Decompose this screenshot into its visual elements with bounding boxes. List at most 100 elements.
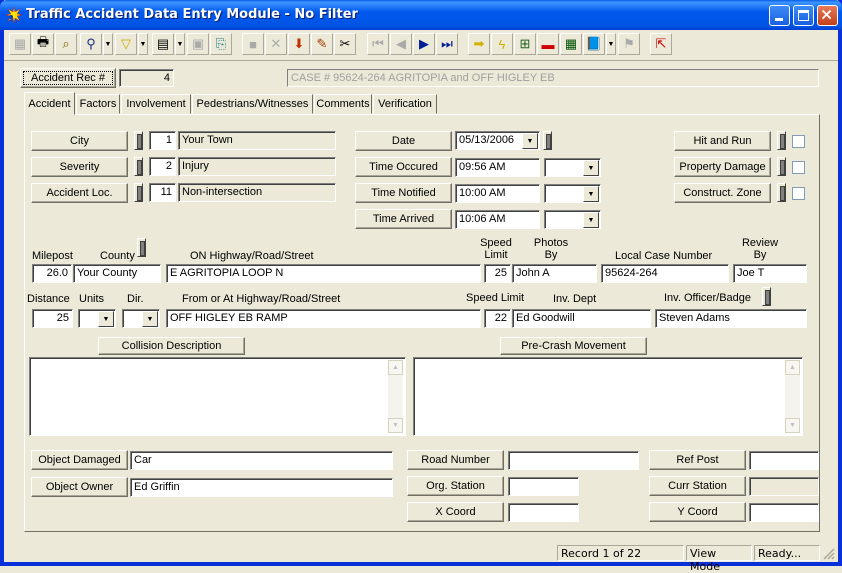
time-occured-field[interactable]: 09:56 AM — [455, 158, 540, 177]
find-dropdown[interactable]: ▼ — [103, 33, 113, 55]
scroll-down-icon[interactable]: ▼ — [785, 418, 800, 433]
object-owner-button[interactable]: Object Owner — [31, 477, 128, 497]
county-lookup-handle[interactable] — [137, 238, 146, 257]
property-damage-button[interactable]: Property Damage — [674, 157, 771, 177]
time-notified-select[interactable]: ▼ — [544, 184, 601, 203]
object-damaged-button[interactable]: Object Damaged — [31, 450, 128, 470]
time-arrived-select[interactable]: ▼ — [544, 210, 601, 229]
time-arrived-field[interactable]: 10:06 AM — [455, 210, 540, 229]
report-dropdown[interactable]: ▼ — [175, 33, 185, 55]
close-button[interactable] — [817, 5, 838, 26]
x-coord-button[interactable]: X Coord — [407, 502, 504, 522]
scroll-down-icon[interactable]: ▼ — [388, 418, 403, 433]
tab-comments[interactable]: Comments — [314, 94, 372, 114]
time-occured-select[interactable]: ▼ — [544, 158, 601, 177]
help-dropdown[interactable]: ▼ — [606, 33, 616, 55]
time-arrived-dropdown-button[interactable]: ▼ — [583, 212, 599, 228]
date-button[interactable]: Date — [355, 131, 452, 151]
road-number-button[interactable]: Road Number — [407, 450, 504, 470]
export-button[interactable]: ⎘ — [210, 33, 232, 55]
tab-accident[interactable]: Accident — [24, 92, 75, 115]
tab-verification[interactable]: Verification — [373, 94, 437, 114]
accident-loc-button[interactable]: Accident Loc. — [31, 183, 128, 203]
edit-button[interactable]: ✎ — [311, 33, 333, 55]
form-view-button[interactable]: ▦ — [9, 33, 31, 55]
minimize-button[interactable] — [769, 5, 790, 26]
x-coord-field[interactable] — [508, 503, 579, 522]
exit-button[interactable]: ⇱ — [650, 33, 672, 55]
curr-station-button[interactable]: Curr Station — [649, 476, 746, 496]
time-notified-dropdown-button[interactable]: ▼ — [583, 186, 599, 202]
calculator-button[interactable]: ▦ — [560, 33, 582, 55]
collision-scrollbar[interactable]: ▲ ▼ — [388, 360, 403, 433]
find-button[interactable]: ⚲ — [80, 33, 102, 55]
resize-grip-icon[interactable] — [822, 547, 835, 560]
properties-button[interactable]: ▣ — [187, 33, 209, 55]
time-arrived-button[interactable]: Time Arrived — [355, 209, 452, 229]
accident-loc-lookup-handle[interactable] — [134, 183, 143, 202]
severity-code[interactable]: 2 — [149, 157, 176, 176]
inv-officer-lookup-handle[interactable] — [762, 287, 771, 306]
on-road-field[interactable]: E AGRITOPIA LOOP N — [166, 264, 481, 283]
print-preview-button[interactable]: ⌕ — [55, 33, 77, 55]
org-station-button[interactable]: Org. Station — [407, 476, 504, 496]
date-lookup-handle[interactable] — [543, 131, 552, 150]
city-code[interactable]: 1 — [149, 131, 176, 150]
severity-lookup-handle[interactable] — [134, 157, 143, 176]
construct-zone-handle[interactable] — [777, 183, 786, 202]
collision-description-textarea[interactable]: ▲ ▼ — [29, 357, 406, 436]
previous-record-button[interactable]: ◀ — [390, 33, 412, 55]
accident-rec-button[interactable]: Accident Rec # — [20, 68, 116, 88]
speed-limit2-field[interactable]: 22 — [484, 309, 511, 328]
print-button[interactable]: 🖶 — [32, 33, 54, 55]
construct-zone-checkbox[interactable] — [792, 187, 805, 200]
help-book-button[interactable]: 📘 — [583, 33, 605, 55]
org-station-field[interactable] — [508, 477, 579, 496]
inv-dept-field[interactable]: Ed Goodwill — [512, 309, 651, 328]
milepost-field[interactable]: 26.0 — [32, 264, 72, 283]
goto-button[interactable]: ➡ — [468, 33, 490, 55]
tab-pedestrians-witnesses[interactable]: Pedestrians/Witnesses — [192, 94, 313, 114]
hit-and-run-checkbox[interactable] — [792, 135, 805, 148]
review-by-field[interactable]: Joe T — [733, 264, 807, 283]
maximize-button[interactable] — [793, 5, 814, 26]
speed-limit-field[interactable]: 25 — [484, 264, 511, 283]
time-notified-button[interactable]: Time Notified — [355, 183, 452, 203]
from-road-field[interactable]: OFF HIGLEY EB RAMP — [166, 309, 481, 328]
filter-dropdown[interactable]: ▼ — [138, 33, 148, 55]
object-owner-field[interactable]: Ed Griffin — [130, 478, 393, 497]
units-dropdown-button[interactable]: ▼ — [98, 311, 114, 327]
accident-loc-code[interactable]: 11 — [149, 183, 176, 202]
title-bar[interactable]: Traffic Accident Data Entry Module - No … — [0, 0, 842, 30]
property-damage-checkbox[interactable] — [792, 161, 805, 174]
add-record-button[interactable]: ⬇ — [288, 33, 310, 55]
object-damaged-field[interactable]: Car — [130, 451, 393, 470]
time-occured-dropdown-button[interactable]: ▼ — [583, 160, 599, 176]
distance-field[interactable]: 25 — [32, 309, 73, 328]
first-record-button[interactable]: ⏮ — [367, 33, 389, 55]
scroll-up-icon[interactable]: ▲ — [388, 360, 403, 375]
local-case-field[interactable]: 95624-264 — [601, 264, 729, 283]
delete-button[interactable]: ✕ — [265, 33, 287, 55]
pre-crash-movement-textarea[interactable]: ▲ ▼ — [413, 357, 803, 436]
photos-by-field[interactable]: John A — [512, 264, 597, 283]
tab-factors[interactable]: Factors — [76, 94, 120, 114]
report-button[interactable]: ▤ — [152, 33, 174, 55]
dir-dropdown-button[interactable]: ▼ — [142, 311, 158, 327]
scroll-up-icon[interactable]: ▲ — [785, 360, 800, 375]
filter-button[interactable]: ▽ — [115, 33, 137, 55]
next-record-button[interactable]: ▶ — [413, 33, 435, 55]
hit-and-run-button[interactable]: Hit and Run — [674, 131, 771, 151]
inv-officer-field[interactable]: Steven Adams — [655, 309, 807, 328]
flag-button[interactable]: ⚑ — [618, 33, 640, 55]
construct-zone-button[interactable]: Construct. Zone — [674, 183, 771, 203]
date-picker[interactable]: 05/13/2006 ▼ — [455, 131, 540, 150]
cut-button[interactable]: ✂ — [334, 33, 356, 55]
date-dropdown-button[interactable]: ▼ — [522, 133, 538, 149]
quick-button[interactable]: ϟ — [491, 33, 513, 55]
road-number-field[interactable] — [508, 451, 639, 470]
time-occured-button[interactable]: Time Occured — [355, 157, 452, 177]
diagram-button[interactable]: ⊞ — [514, 33, 536, 55]
tab-involvement[interactable]: Involvement — [121, 94, 191, 114]
last-record-button[interactable]: ⏭ — [436, 33, 458, 55]
